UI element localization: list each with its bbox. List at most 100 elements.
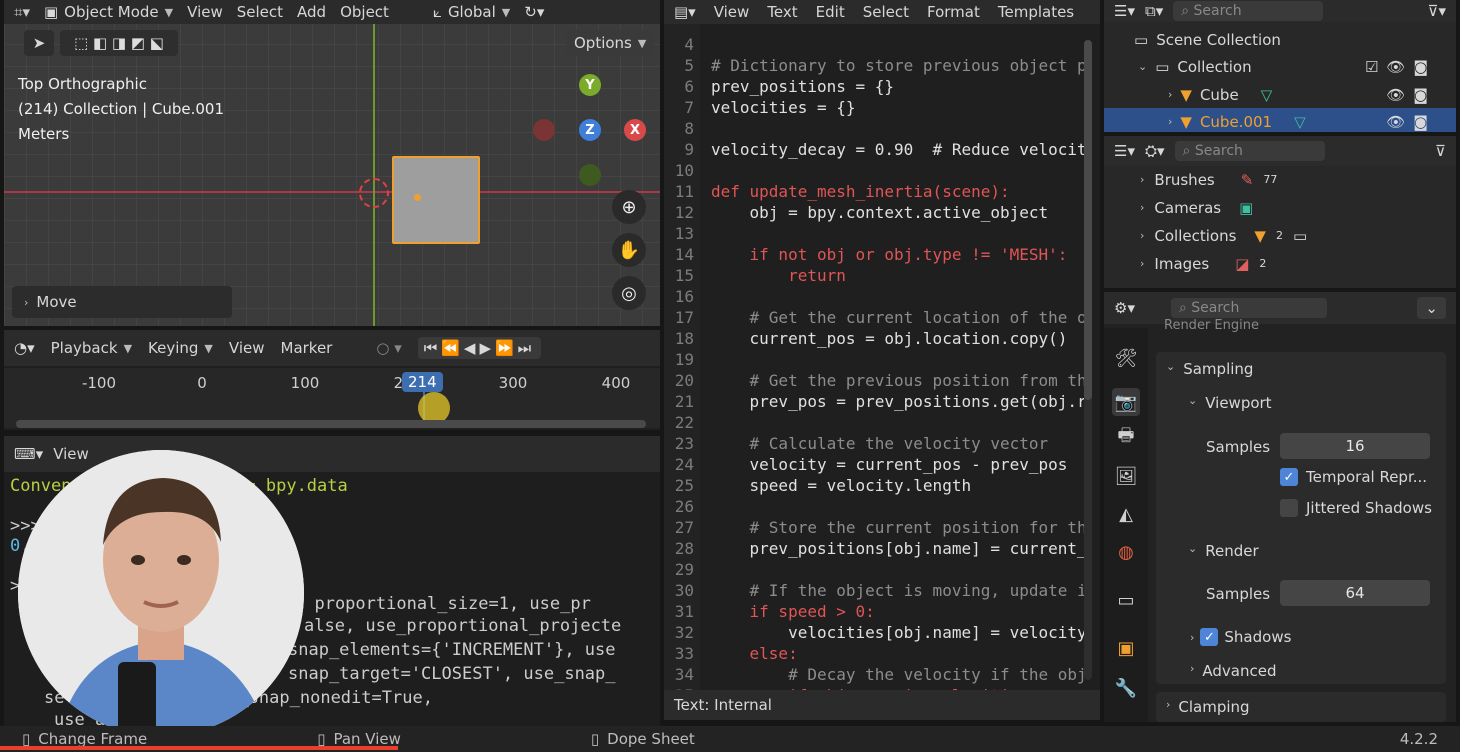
outliner-row-cube-001[interactable]: › ▼ Cube.001 ▽ 👁◙ (1104, 108, 1456, 132)
outliner[interactable]: ☰▾ ⧉▾ ⌕ Search ⊽▾ ▭ Scene Collection ⌄ ▭ C… (1104, 0, 1456, 132)
code-line[interactable]: 19 (664, 349, 711, 370)
chevron-right-icon[interactable]: › (1168, 88, 1172, 101)
output-tab-icon[interactable]: 🖶 (1112, 424, 1140, 452)
databrowser-search-input[interactable]: ⌕ Search (1174, 141, 1325, 161)
editor-menu-select[interactable]: Select (863, 3, 909, 21)
code-line[interactable]: 28 prev_positions[obj.name] = current_ (664, 538, 1084, 559)
filter-icon[interactable]: ⊽ (1435, 142, 1446, 160)
selection-mode-icons[interactable]: ⬚ ◧ ◨ ◩ ⬕ (60, 30, 178, 56)
editor-menu-format[interactable]: Format (927, 3, 980, 21)
code-line[interactable]: 31 if speed > 0: (664, 601, 875, 622)
visibility-toggles[interactable]: 👁◙ (1386, 113, 1436, 131)
code-line[interactable]: 32 velocities[obj.name] = velocity (664, 622, 1084, 643)
editor-menu-edit[interactable]: Edit (816, 3, 845, 21)
3d-viewport[interactable]: ⌗▾ ▣ Object Mode ▼ View Select Add Object… (4, 0, 660, 326)
view-layer-tab-icon[interactable]: 🖼 (1112, 462, 1140, 490)
code-line[interactable]: 23 # Calculate the velocity vector (664, 433, 1048, 454)
timeline-view-menu[interactable]: View (229, 339, 265, 357)
last-operator-panel[interactable]: › Move (12, 286, 232, 318)
text-editor[interactable]: ▤▾ View Text Edit Select Format Template… (664, 0, 1100, 720)
chevron-down-icon[interactable]: ⌄ (1138, 60, 1147, 73)
selected-cube[interactable] (392, 156, 480, 244)
auto-key-icon[interactable]: ○ ▾ (376, 339, 401, 357)
render-subpanel-header[interactable]: ⌄ Render (1188, 542, 1259, 560)
menu-view[interactable]: View (187, 3, 223, 21)
camera-view-icon[interactable]: ◎ (612, 276, 646, 310)
code-line[interactable]: 4 (664, 34, 711, 55)
world-tab-icon[interactable]: ◍ (1112, 538, 1140, 566)
timeline-ruler[interactable]: -100 0 100 200 300 400 214 (4, 368, 660, 428)
code-line[interactable]: 29 (664, 559, 711, 580)
console-view-menu[interactable]: View (53, 445, 89, 463)
tool-tab-icon[interactable]: 🛠 (1112, 344, 1140, 372)
mode-dropdown[interactable]: ▣ Object Mode ▼ (44, 3, 173, 21)
editor-menu-view[interactable]: View (714, 3, 750, 21)
outliner-row-collection[interactable]: ⌄ ▭ Collection ☑👁◙ (1104, 53, 1456, 80)
databrowser-row-cameras[interactable]: › Cameras ▣ (1104, 194, 1456, 221)
render-tab-icon[interactable]: 📷 (1112, 388, 1140, 416)
options-dropdown[interactable]: Options ▼ (566, 30, 655, 56)
code-line[interactable]: 10 (664, 160, 711, 181)
code-line[interactable]: 12 obj = bpy.context.active_object (664, 202, 1048, 223)
code-line[interactable]: 5 # Dictionary to store previous object p (664, 55, 1084, 76)
checkmark-icon[interactable]: ✓ (1200, 628, 1219, 646)
display-mode-icon[interactable]: ⛭▾ (1145, 142, 1165, 160)
viewport-subpanel-header[interactable]: ⌄ Viewport (1188, 394, 1272, 412)
outliner-editor-icon[interactable]: ☰▾ (1114, 2, 1135, 20)
modifier-tab-icon[interactable]: 🔧 (1112, 674, 1140, 702)
code-line[interactable]: 25 speed = velocity.length (664, 475, 971, 496)
outliner-row-scene-collection[interactable]: ▭ Scene Collection (1104, 26, 1456, 53)
code-line[interactable]: 18 current_pos = obj.location.copy() (664, 328, 1068, 349)
code-line[interactable]: 9 velocity_decay = 0.90 # Reduce velocit (664, 139, 1084, 160)
gizmo-z-axis[interactable]: Z (579, 119, 601, 141)
properties-editor[interactable]: ⚙▾ ⌕ Search ⌄ Render Engine 🛠 📷 🖶 🖼 ◭ ◍ … (1104, 292, 1456, 722)
select-cursor-icon[interactable]: ➤ (24, 30, 54, 56)
timeline-scrollbar[interactable] (16, 420, 646, 428)
sampling-panel-header[interactable]: ⌄ Sampling (1166, 360, 1253, 378)
menu-select[interactable]: Select (237, 3, 283, 21)
editor-menu-templates[interactable]: Templates (998, 3, 1074, 21)
collection-tab-icon[interactable]: ▭ (1112, 586, 1140, 614)
zoom-icon[interactable]: ⊕ (612, 190, 646, 224)
outliner-editor-icon[interactable]: ☰▾ (1114, 142, 1135, 160)
visibility-toggles[interactable]: 👁◙ (1386, 86, 1436, 104)
text-editor-icon[interactable]: ▤▾ (674, 3, 696, 21)
current-frame-indicator[interactable]: 214 (402, 372, 443, 392)
chevron-right-icon[interactable]: › (1168, 115, 1172, 128)
marker-menu[interactable]: Marker (281, 339, 333, 357)
playback-controls[interactable]: ⏮⏪◀▶⏩⏭ (417, 337, 542, 359)
viewport-samples-field[interactable]: 16 (1280, 433, 1430, 459)
code-line[interactable]: 6 prev_positions = {} (664, 76, 894, 97)
menu-object[interactable]: Object (340, 3, 389, 21)
gizmo-x-axis[interactable]: X (624, 119, 646, 141)
playback-menu[interactable]: Playback ▼ (51, 339, 132, 357)
code-line[interactable]: 24 velocity = current_pos - prev_pos (664, 454, 1068, 475)
jittered-shadows-checkbox[interactable]: Jittered Shadows (1280, 499, 1432, 517)
shadows-subpanel-header[interactable]: › ✓ Shadows (1190, 628, 1291, 646)
object-tab-icon[interactable]: ▣ (1112, 634, 1140, 662)
code-area[interactable]: 4 5 # Dictionary to store previous object … (664, 24, 1084, 690)
gizmo-y-axis[interactable]: Y (579, 74, 601, 96)
code-line[interactable]: 17 # Get the current location of the o (664, 307, 1084, 328)
blend-file-browser[interactable]: ☰▾ ⛭▾ ⌕ Search ⊽ › Brushes ✎ 77 › Cameras ▣… (1104, 136, 1456, 288)
editor-scroll-thumb[interactable] (1084, 40, 1092, 400)
properties-search-input[interactable]: ⌕ Search (1170, 298, 1327, 318)
display-mode-icon[interactable]: ⧉▾ (1145, 2, 1163, 20)
databrowser-row-images[interactable]: › Images ◪ 2 (1104, 250, 1456, 277)
code-line[interactable]: 21 prev_pos = prev_positions.get(obj.r (664, 391, 1084, 412)
scene-tab-icon[interactable]: ◭ (1112, 500, 1140, 528)
code-line[interactable]: 27 # Store the current position for th (664, 517, 1084, 538)
code-line[interactable]: 14 if not obj or obj.type != 'MESH': (664, 244, 1068, 265)
timeline-editor[interactable]: ◔▾ Playback ▼ Keying ▼ View Marker ○ ▾ ⏮⏪◀… (4, 330, 660, 430)
gizmo-neg-x[interactable] (533, 119, 555, 141)
temporal-reprojection-checkbox[interactable]: ✓ Temporal Repr... (1280, 468, 1427, 486)
code-line[interactable]: 8 (664, 118, 711, 139)
keying-menu[interactable]: Keying ▼ (148, 339, 213, 357)
properties-options-icon[interactable]: ⌄ (1417, 297, 1446, 319)
databrowser-row-collections[interactable]: › Collections ▼ 2 ▭ (1104, 222, 1456, 249)
code-line[interactable]: 7 velocities = {} (664, 97, 855, 118)
code-line[interactable]: 30 # If the object is moving, update i (664, 580, 1084, 601)
console-editor-icon[interactable]: ⌨▾ (14, 445, 43, 463)
databrowser-row-brushes[interactable]: › Brushes ✎ 77 (1104, 166, 1456, 193)
menu-add[interactable]: Add (297, 3, 326, 21)
